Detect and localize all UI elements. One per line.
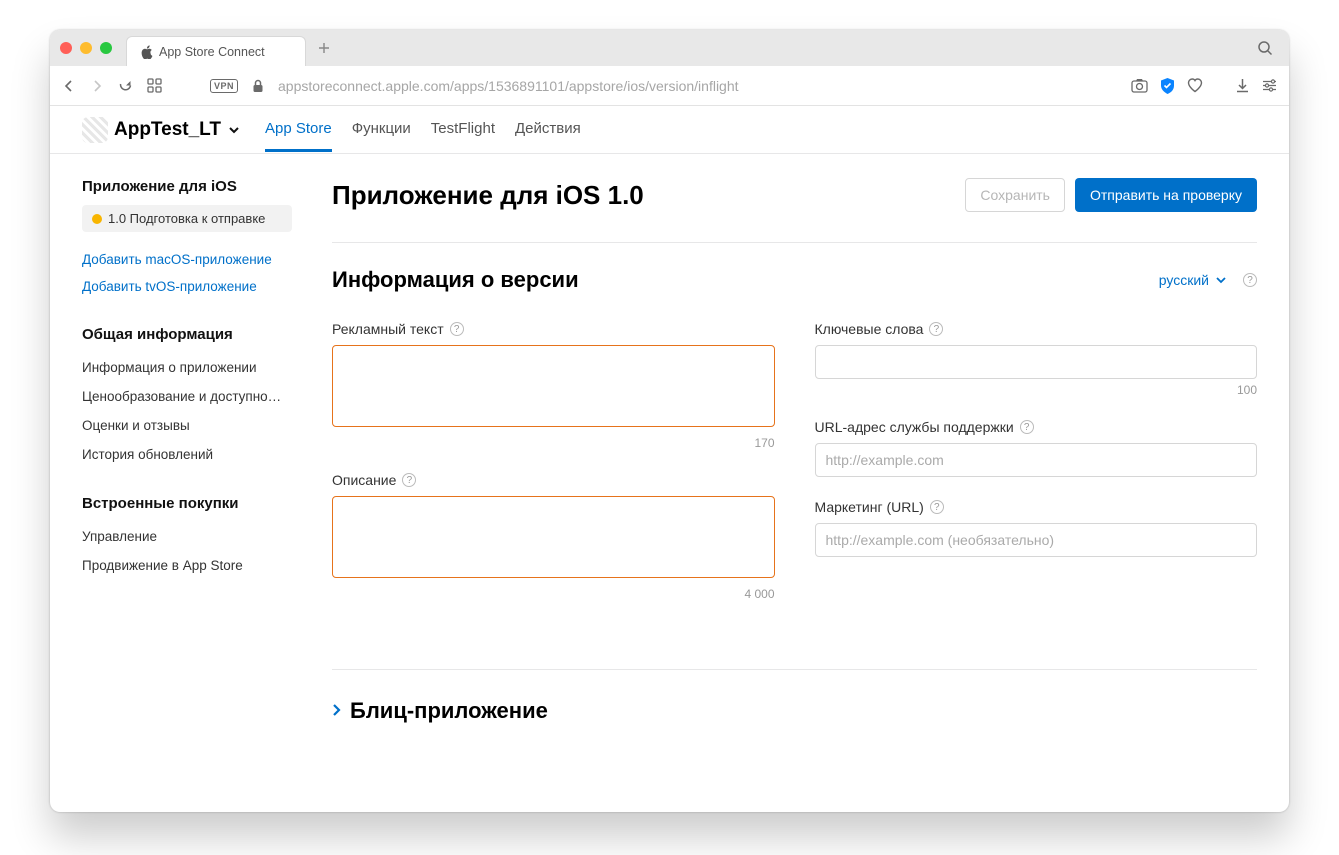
description-label: Описание? [332,472,775,488]
sidebar-item-promote-iap[interactable]: Продвижение в App Store [82,551,292,580]
support-url-label: URL-адрес службы поддержки? [815,419,1258,435]
heart-icon[interactable] [1187,78,1203,93]
shield-check-icon[interactable] [1160,78,1175,94]
main-content: Приложение для iOS 1.0 Сохранить Отправи… [332,178,1257,752]
language-selector[interactable]: русский [1159,272,1227,288]
nav-tab-activity[interactable]: Действия [515,108,581,152]
app-clip-label: Блиц-приложение [350,698,548,724]
nav-tabs: App Store Функции TestFlight Действия [265,108,581,152]
maximize-window-button[interactable] [100,42,112,54]
lock-icon [252,79,264,93]
sidebar-item-appinfo[interactable]: Информация о приложении [82,353,292,382]
minimize-window-button[interactable] [80,42,92,54]
help-icon[interactable]: ? [1020,420,1034,434]
search-icon[interactable] [1257,40,1279,56]
browser-toolbar: VPN appstoreconnect.apple.com/apps/15368… [50,66,1289,106]
chevron-down-icon [1215,274,1227,286]
app-header: AppTest_LT App Store Функции TestFlight … [50,106,1289,154]
apple-icon [141,45,153,59]
sidebar-item-pricing[interactable]: Ценообразование и доступно… [82,382,292,411]
help-icon[interactable]: ? [1243,273,1257,287]
keywords-counter: 100 [815,383,1258,397]
app-icon [82,117,108,143]
sidebar-ios-heading: Приложение для iOS [82,178,292,195]
sidebar-iap-heading: Встроенные покупки [82,495,292,512]
nav-tab-appstore[interactable]: App Store [265,108,332,152]
sidebar-general-heading: Общая информация [82,326,292,343]
sidebar-version-label: 1.0 Подготовка к отправке [108,211,265,226]
help-icon[interactable]: ? [402,473,416,487]
sidebar-item-history[interactable]: История обновлений [82,440,292,469]
sidebar-version-item[interactable]: 1.0 Подготовка к отправке [82,205,292,232]
settings-sliders-icon[interactable] [1262,79,1277,92]
vpn-badge[interactable]: VPN [210,79,238,93]
chevron-down-icon [227,123,241,137]
window-traffic-lights [60,42,112,54]
chevron-right-icon [332,703,342,717]
sidebar-add-tvos[interactable]: Добавить tvOS-приложение [82,273,292,300]
reload-button[interactable] [118,78,133,93]
help-icon[interactable]: ? [450,322,464,336]
section-title-version-info: Информация о версии [332,267,579,293]
keywords-label: Ключевые слова? [815,321,1258,337]
sidebar-add-macos[interactable]: Добавить macOS-приложение [82,246,292,273]
sidebar: Приложение для iOS 1.0 Подготовка к отпр… [82,178,292,752]
promo-counter: 170 [332,436,775,450]
description-counter: 4 000 [332,587,775,601]
browser-tabbar: App Store Connect [50,30,1289,66]
close-window-button[interactable] [60,42,72,54]
submit-for-review-button[interactable]: Отправить на проверку [1075,178,1257,212]
marketing-url-label: Маркетинг (URL)? [815,499,1258,515]
status-dot-icon [92,214,102,224]
language-label: русский [1159,272,1209,288]
help-icon[interactable]: ? [929,322,943,336]
browser-tab[interactable]: App Store Connect [126,36,306,66]
app-name-label: AppTest_LT [114,119,221,141]
support-url-input[interactable] [815,443,1258,477]
promo-text-input[interactable] [332,345,775,427]
address-bar[interactable]: appstoreconnect.apple.com/apps/153689110… [278,78,1117,94]
back-button[interactable] [62,79,76,93]
description-input[interactable] [332,496,775,578]
new-tab-button[interactable] [310,34,338,62]
promo-text-label: Рекламный текст? [332,321,775,337]
sidebar-item-ratings[interactable]: Оценки и отзывы [82,411,292,440]
keywords-input[interactable] [815,345,1258,379]
sidebar-item-manage-iap[interactable]: Управление [82,522,292,551]
app-switcher[interactable]: AppTest_LT [82,117,241,143]
nav-tab-testflight[interactable]: TestFlight [431,108,495,152]
tab-title: App Store Connect [159,45,265,59]
help-icon[interactable]: ? [930,500,944,514]
apps-grid-icon[interactable] [147,78,162,93]
download-icon[interactable] [1235,78,1250,93]
page-title: Приложение для iOS 1.0 [332,180,644,211]
forward-button[interactable] [90,79,104,93]
nav-tab-features[interactable]: Функции [352,108,411,152]
save-button[interactable]: Сохранить [965,178,1065,212]
camera-icon[interactable] [1131,78,1148,93]
app-clip-expander[interactable]: Блиц-приложение [332,670,1257,752]
marketing-url-input[interactable] [815,523,1258,557]
